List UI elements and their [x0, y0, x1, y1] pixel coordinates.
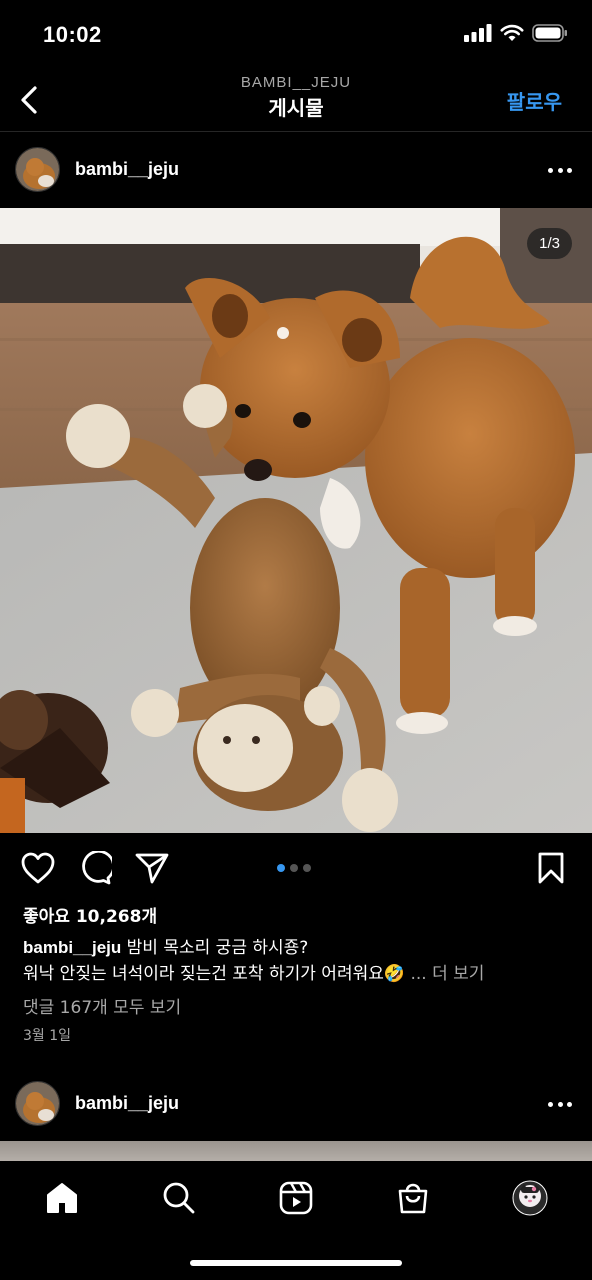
profile-avatar-icon: [512, 1180, 548, 1216]
send-icon[interactable]: [134, 851, 170, 885]
post-caption: bambi__jeju 밤비 목소리 궁금 하시죵? 워낙 안짖는 녀석이라 짖…: [23, 935, 578, 987]
caption-line-2: 워낙 안짖는 녀석이라 짖는건 포착 하기가 어려워요: [23, 964, 384, 984]
comment-icon[interactable]: [78, 851, 112, 885]
like-count[interactable]: 좋아요 10,268개: [23, 902, 157, 927]
next-post-image-peek: [0, 1141, 592, 1161]
carousel-dot: [290, 864, 298, 872]
post-date: 3월 1일: [23, 1028, 72, 1044]
rolling-laugh-emoji: 🤣: [383, 964, 406, 984]
tab-search[interactable]: [159, 1178, 199, 1218]
home-indicator: [190, 1260, 402, 1266]
post-header: bambi__jeju: [0, 134, 592, 208]
wifi-icon: [500, 24, 524, 41]
next-post-username[interactable]: bambi__jeju: [75, 1093, 179, 1114]
next-post-header: bambi__jeju: [0, 1068, 592, 1142]
heart-icon[interactable]: [20, 851, 56, 885]
post-image[interactable]: 1/3: [0, 208, 592, 833]
battery-icon: [532, 24, 567, 42]
caption-username[interactable]: bambi__jeju: [23, 938, 121, 957]
tab-reels[interactable]: [276, 1178, 316, 1218]
image-counter: 1/3: [527, 228, 572, 259]
tab-home[interactable]: [42, 1178, 82, 1218]
avatar[interactable]: [15, 147, 60, 192]
top-navigation: BAMBI__JEJU 게시물 팔로우: [0, 70, 592, 132]
home-icon: [47, 1183, 77, 1213]
shop-icon: [398, 1183, 428, 1214]
status-bar: 10:02: [0, 0, 592, 70]
header-username: BAMBI__JEJU: [240, 74, 352, 91]
page-title: 게시물: [268, 96, 324, 120]
more-options-icon[interactable]: [548, 158, 572, 182]
search-icon: [163, 1182, 195, 1214]
tab-shop[interactable]: [393, 1178, 433, 1218]
carousel-dot-active: [277, 864, 285, 872]
post-username[interactable]: bambi__jeju: [75, 159, 179, 180]
carousel-indicator: [277, 864, 311, 872]
view-comments-link[interactable]: 댓글 167개 모두 보기: [23, 993, 181, 1018]
header-titles: BAMBI__JEJU 게시물: [0, 74, 592, 121]
signal-icon: [464, 24, 492, 42]
avatar[interactable]: [15, 1081, 60, 1126]
bookmark-icon[interactable]: [537, 851, 565, 885]
post-actions: [0, 833, 592, 903]
carousel-dot: [303, 864, 311, 872]
caption-line-1: 밤비 목소리 궁금 하시죵?: [126, 938, 309, 958]
bottom-tab-bar: [0, 1161, 592, 1280]
tab-profile[interactable]: [510, 1178, 550, 1218]
status-icons: [464, 24, 568, 42]
more-link[interactable]: ... 더 보기: [410, 964, 484, 984]
more-options-icon[interactable]: [548, 1092, 572, 1116]
status-time: 10:02: [43, 22, 102, 47]
reels-icon: [279, 1181, 313, 1215]
follow-button[interactable]: 팔로우: [507, 86, 562, 115]
